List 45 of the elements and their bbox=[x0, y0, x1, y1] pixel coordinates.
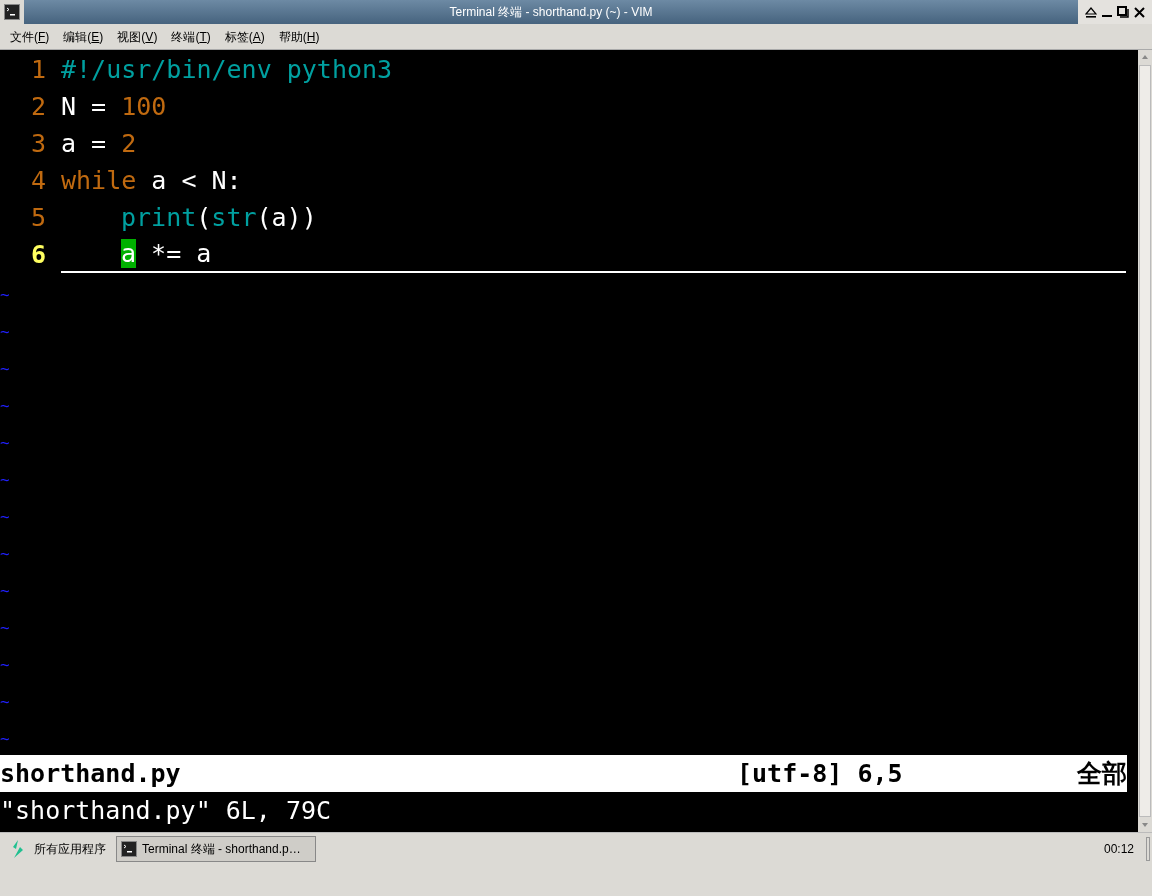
tilde-marker: ~ bbox=[0, 359, 10, 378]
line-number: 5 bbox=[29, 202, 46, 234]
terminal-icon bbox=[4, 4, 20, 20]
scroll-position: 全部 bbox=[1077, 758, 1127, 790]
line-number: 3 bbox=[29, 128, 46, 160]
tilde-marker: ~ bbox=[0, 692, 10, 711]
menu-item[interactable]: 标签(A) bbox=[224, 27, 265, 46]
start-button[interactable]: 所有应用程序 bbox=[0, 833, 116, 864]
shade-icon[interactable] bbox=[1084, 6, 1097, 18]
menu-item[interactable]: 帮助(H) bbox=[278, 27, 320, 46]
code-line: N = 100 bbox=[61, 91, 168, 123]
code-line: #!/usr/bin/env python3 bbox=[61, 54, 394, 86]
code-line: print(str(a)) bbox=[120, 202, 318, 234]
tilde-marker: ~ bbox=[0, 544, 10, 563]
line-number: 2 bbox=[29, 91, 46, 123]
window-title: Terminal 终端 - shorthand.py (~) - VIM bbox=[448, 4, 654, 21]
menu-item[interactable]: 视图(V) bbox=[117, 27, 158, 46]
maximize-icon[interactable] bbox=[1117, 6, 1130, 18]
tilde-marker: ~ bbox=[0, 396, 10, 415]
line-number: 1 bbox=[29, 54, 46, 86]
terminal-icon bbox=[121, 840, 137, 857]
file-name: shorthand.py bbox=[0, 758, 182, 790]
tilde-marker: ~ bbox=[0, 433, 10, 452]
tilde-marker: ~ bbox=[0, 470, 10, 489]
leaf-icon bbox=[10, 838, 26, 859]
tilde-marker: ~ bbox=[0, 285, 10, 304]
clock: 00:12 bbox=[1103, 840, 1134, 858]
task-button[interactable]: Terminal 终端 - shorthand.p… bbox=[116, 835, 316, 862]
tilde-marker: ~ bbox=[0, 618, 10, 637]
menu-item[interactable]: 终端(T) bbox=[171, 27, 211, 46]
tilde-marker: ~ bbox=[0, 507, 10, 526]
tilde-marker: ~ bbox=[0, 581, 10, 600]
tilde-marker: ~ bbox=[0, 655, 10, 674]
menu-item[interactable]: 文件(F) bbox=[10, 27, 50, 46]
code-line: a = 2 bbox=[61, 128, 138, 160]
code-line: a *= a bbox=[61, 236, 1126, 273]
tilde-marker: ~ bbox=[0, 322, 10, 341]
line-number: 6 bbox=[29, 239, 46, 271]
tilde-marker: ~ bbox=[0, 729, 10, 748]
code-line: while a < N: bbox=[61, 165, 243, 197]
close-icon[interactable] bbox=[1134, 6, 1146, 18]
message-line: "shorthand.py" 6L, 79C bbox=[0, 796, 332, 825]
cursor-position: [utf-8] 6,5 bbox=[737, 758, 904, 790]
line-number: 4 bbox=[29, 165, 46, 197]
menu-item[interactable]: 编辑(E) bbox=[63, 27, 104, 46]
